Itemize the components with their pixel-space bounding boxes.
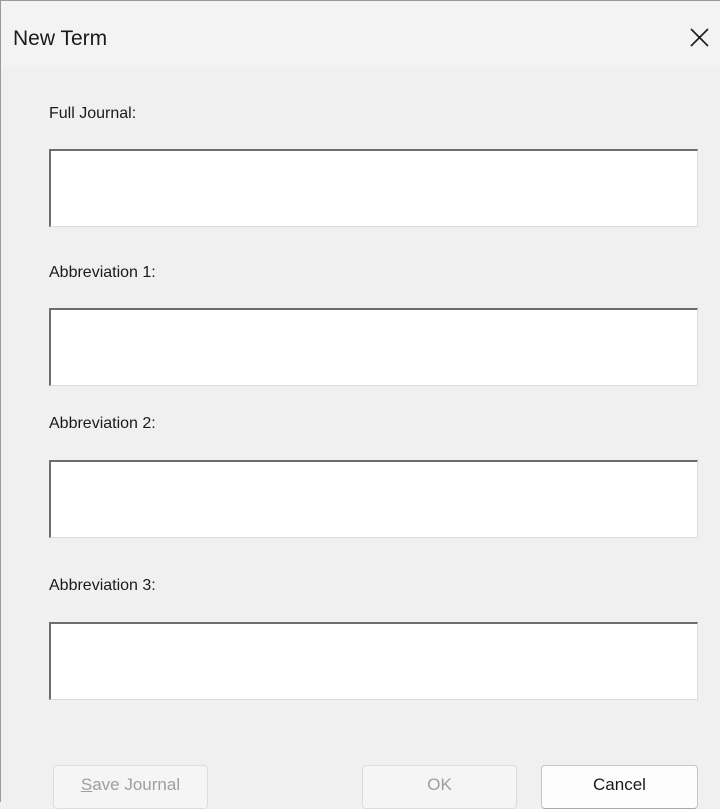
save-journal-label: ave Journal — [92, 775, 181, 794]
cancel-button[interactable]: Cancel — [541, 765, 698, 809]
abbreviation-2-field[interactable] — [49, 460, 698, 538]
dialog-title: New Term — [13, 27, 108, 50]
close-icon — [690, 28, 709, 47]
ok-button[interactable]: OK — [362, 765, 517, 809]
abbreviation-2-label: Abbreviation 2: — [49, 415, 156, 432]
close-button[interactable] — [681, 19, 715, 53]
full-journal-label: Full Journal: — [49, 105, 137, 122]
abbreviation-1-field[interactable] — [49, 308, 698, 386]
abbreviation-3-label: Abbreviation 3: — [49, 577, 156, 594]
save-journal-mnemonic: S — [80, 775, 93, 794]
abbreviation-3-field[interactable] — [49, 622, 698, 700]
abbreviation-1-label: Abbreviation 1: — [49, 264, 156, 281]
new-term-dialog: New Term Full Journal: Abbreviation 1: A… — [0, 0, 720, 809]
title-bar: New Term — [1, 1, 720, 67]
save-journal-button[interactable]: Save Journal — [53, 765, 208, 809]
full-journal-field[interactable] — [49, 149, 698, 227]
